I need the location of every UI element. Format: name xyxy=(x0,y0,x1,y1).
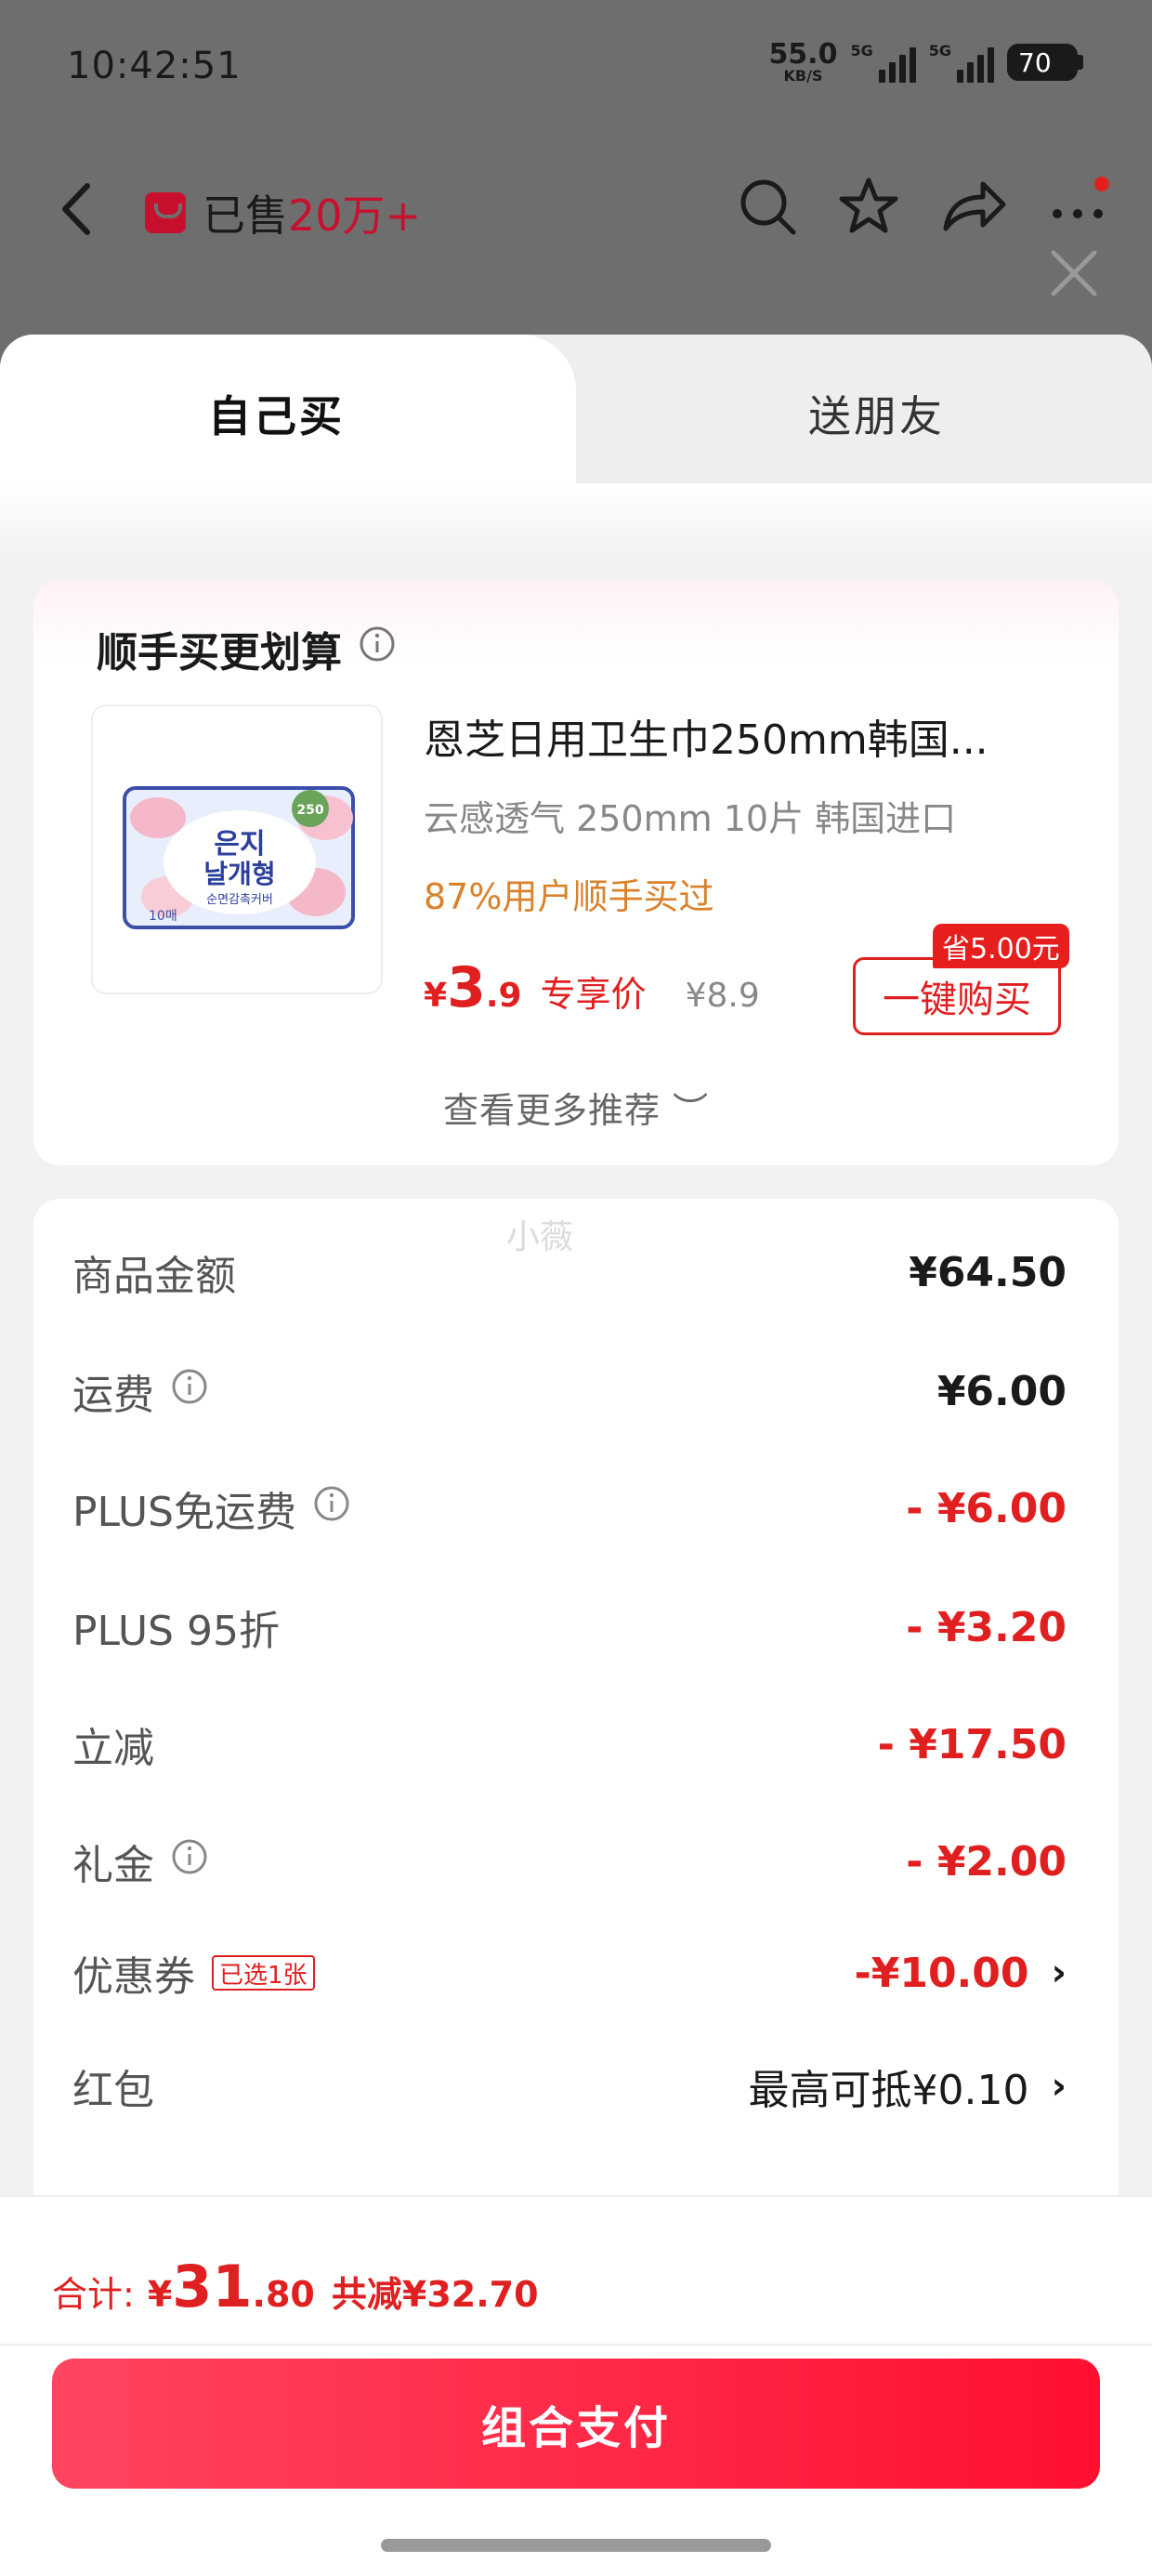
plus-free-shipping-label: PLUS免运费 xyxy=(72,1489,296,1536)
coupon-label: 优惠券 xyxy=(72,1953,195,2001)
system-icons: 55.0 KB/S 5G 5G 70 xyxy=(768,41,1083,84)
total-currency: ¥ xyxy=(147,2274,173,2315)
total-integer: 31 xyxy=(172,2253,253,2320)
total-label: 合计: xyxy=(52,2274,135,2315)
info-icon[interactable] xyxy=(171,1368,208,1415)
fee-row-shipping: 运费 ¥6.00 xyxy=(72,1359,1067,1424)
total-discount: 共减¥32.70 xyxy=(331,2274,539,2315)
product-image[interactable]: 은지 날개형 순면감촉커버 250 10매 xyxy=(91,704,383,994)
one-click-buy-button[interactable]: 一键购买 xyxy=(853,957,1061,1035)
price-decimal: .9 xyxy=(485,977,522,1015)
total-summary: 合计: ¥ 31 .80 共减¥32.70 xyxy=(52,2253,539,2320)
exclusive-price-label: 专享价 xyxy=(540,974,647,1015)
fee-breakdown-card: 商品金额 ¥64.50 运费 ¥6.00 PLUS免运费 - ¥6.00 PLU… xyxy=(33,1199,1119,2221)
gift-money-value: - ¥2.00 xyxy=(906,1837,1067,1886)
signal-icon-sim1: 5G xyxy=(850,42,916,83)
chevron-right-icon: › xyxy=(1051,2065,1067,2108)
checkout-bottom-bar: 合计: ¥ 31 .80 共减¥32.70 组合支付 xyxy=(0,2195,1152,2576)
status-bar: 10:42:51 55.0 KB/S 5G 5G 70 xyxy=(0,0,1152,139)
package-badge: 250 xyxy=(296,803,323,818)
buy-mode-tabs: 自己买 送朋友 xyxy=(0,335,1152,502)
divider xyxy=(0,2344,1152,2346)
close-icon[interactable] xyxy=(1044,243,1104,303)
total-decimal: .80 xyxy=(252,2274,315,2315)
notification-dot xyxy=(1094,177,1109,191)
info-icon[interactable] xyxy=(171,1838,208,1886)
nav-actions xyxy=(738,177,1115,236)
price-integer: 3 xyxy=(447,955,486,1020)
red-packet-amount: 最高可抵¥0.10 xyxy=(748,2067,1029,2114)
recommendation-card: 顺手买更划算 은지 날개형 순면감촉커버 250 10매 恩芝日用卫生巾250m… xyxy=(33,580,1119,1165)
search-icon[interactable] xyxy=(738,177,797,236)
goods-amount-value: ¥64.50 xyxy=(909,1248,1067,1296)
more-icon[interactable] xyxy=(1048,177,1115,236)
tab-self-buy[interactable]: 自己买 xyxy=(0,335,576,502)
top-nav: 已售20万+ xyxy=(0,158,1152,260)
coupon-value[interactable]: -¥10.00 › xyxy=(854,1950,1067,1997)
view-more-recommendations[interactable]: 查看更多推荐 ︶ xyxy=(33,1082,1119,1133)
info-icon[interactable] xyxy=(313,1485,350,1532)
red-packet-value[interactable]: 最高可抵¥0.10 › xyxy=(749,2057,1067,2116)
shop-bag-icon xyxy=(145,192,186,233)
fee-row-plus-free-shipping: PLUS免运费 - ¥6.00 xyxy=(72,1476,1067,1541)
shipping-value: ¥6.00 xyxy=(936,1367,1067,1415)
fee-row-coupon[interactable]: 优惠券 已选1张 -¥10.00 › xyxy=(72,1940,1067,2005)
tab-gift-friend[interactable]: 送朋友 xyxy=(808,383,945,444)
combined-pay-button[interactable]: 组合支付 xyxy=(52,2359,1100,2489)
fee-row-instant-discount: 立减 - ¥17.50 xyxy=(72,1712,1067,1777)
home-indicator[interactable] xyxy=(381,2539,771,2552)
gift-money-label: 礼金 xyxy=(72,1842,154,1889)
star-icon[interactable] xyxy=(838,177,899,236)
red-packet-label: 红包 xyxy=(72,2067,154,2114)
network-speed-value: 55.0 xyxy=(768,38,838,71)
product-name[interactable]: 恩芝日用卫生巾250mm韩国... xyxy=(424,706,1074,766)
original-price: ¥8.9 xyxy=(685,977,760,1015)
fee-row-gift-money: 礼金 - ¥2.00 xyxy=(72,1829,1067,1894)
plus-discount-value: - ¥3.20 xyxy=(906,1603,1067,1651)
coupon-amount: -¥10.00 xyxy=(854,1949,1029,1997)
instant-discount-value: - ¥17.50 xyxy=(877,1720,1067,1768)
chevron-right-icon: › xyxy=(1051,1952,1067,1994)
share-icon[interactable] xyxy=(940,177,1007,236)
recommendation-title: 顺手买更划算 xyxy=(97,619,396,678)
package-line1: 은지 xyxy=(214,828,265,861)
signal-icon-sim2: 5G xyxy=(929,42,994,83)
signal-5g-label: 5G xyxy=(928,42,951,59)
watermark: 小薇 xyxy=(506,1218,574,1256)
goods-amount-label: 商品金额 xyxy=(72,1253,236,1300)
save-amount-badge: 省5.00元 xyxy=(933,924,1069,968)
battery-icon: 70 xyxy=(1007,44,1083,81)
coupon-selected-tag: 已选1张 xyxy=(212,1955,315,1991)
package-line2: 날개형 xyxy=(203,859,275,889)
sold-count-badge: 已售20万+ xyxy=(145,182,421,243)
recommendation-title-text: 顺手买更划算 xyxy=(97,629,342,677)
network-speed: 55.0 KB/S xyxy=(768,41,837,84)
plus-free-shipping-value: - ¥6.00 xyxy=(906,1484,1067,1532)
back-icon[interactable] xyxy=(52,177,108,242)
package-line3: 순면감촉커버 xyxy=(206,893,273,907)
battery-level: 70 xyxy=(1018,46,1052,78)
price-currency: ¥ xyxy=(424,977,448,1015)
product-buy-rate: 87%用户顺手买过 xyxy=(424,876,714,917)
product-price: ¥ 3 .9 专享价 ¥8.9 xyxy=(424,955,760,1020)
package-count: 10매 xyxy=(149,909,177,924)
status-time: 10:42:51 xyxy=(67,45,242,87)
tab-self-buy-label: 自己买 xyxy=(208,391,345,441)
product-spec: 云感透气 250mm 10片 韩国进口 xyxy=(424,798,957,839)
sold-count: 20万+ xyxy=(288,191,422,241)
fee-row-plus-discount: PLUS 95折 - ¥3.20 xyxy=(72,1595,1067,1660)
fee-row-red-packet[interactable]: 红包 最高可抵¥0.10 › xyxy=(72,2054,1067,2119)
info-icon[interactable] xyxy=(359,625,396,673)
signal-5g-label: 5G xyxy=(850,42,873,59)
network-speed-unit: KB/S xyxy=(783,67,823,85)
instant-discount-label: 立减 xyxy=(72,1725,154,1772)
background-page: 10:42:51 55.0 KB/S 5G 5G 70 已售20万+ xyxy=(0,0,1152,372)
shipping-label: 运费 xyxy=(72,1372,154,1419)
sold-label: 已售 xyxy=(203,191,288,241)
plus-discount-label: PLUS 95折 xyxy=(72,1608,280,1655)
